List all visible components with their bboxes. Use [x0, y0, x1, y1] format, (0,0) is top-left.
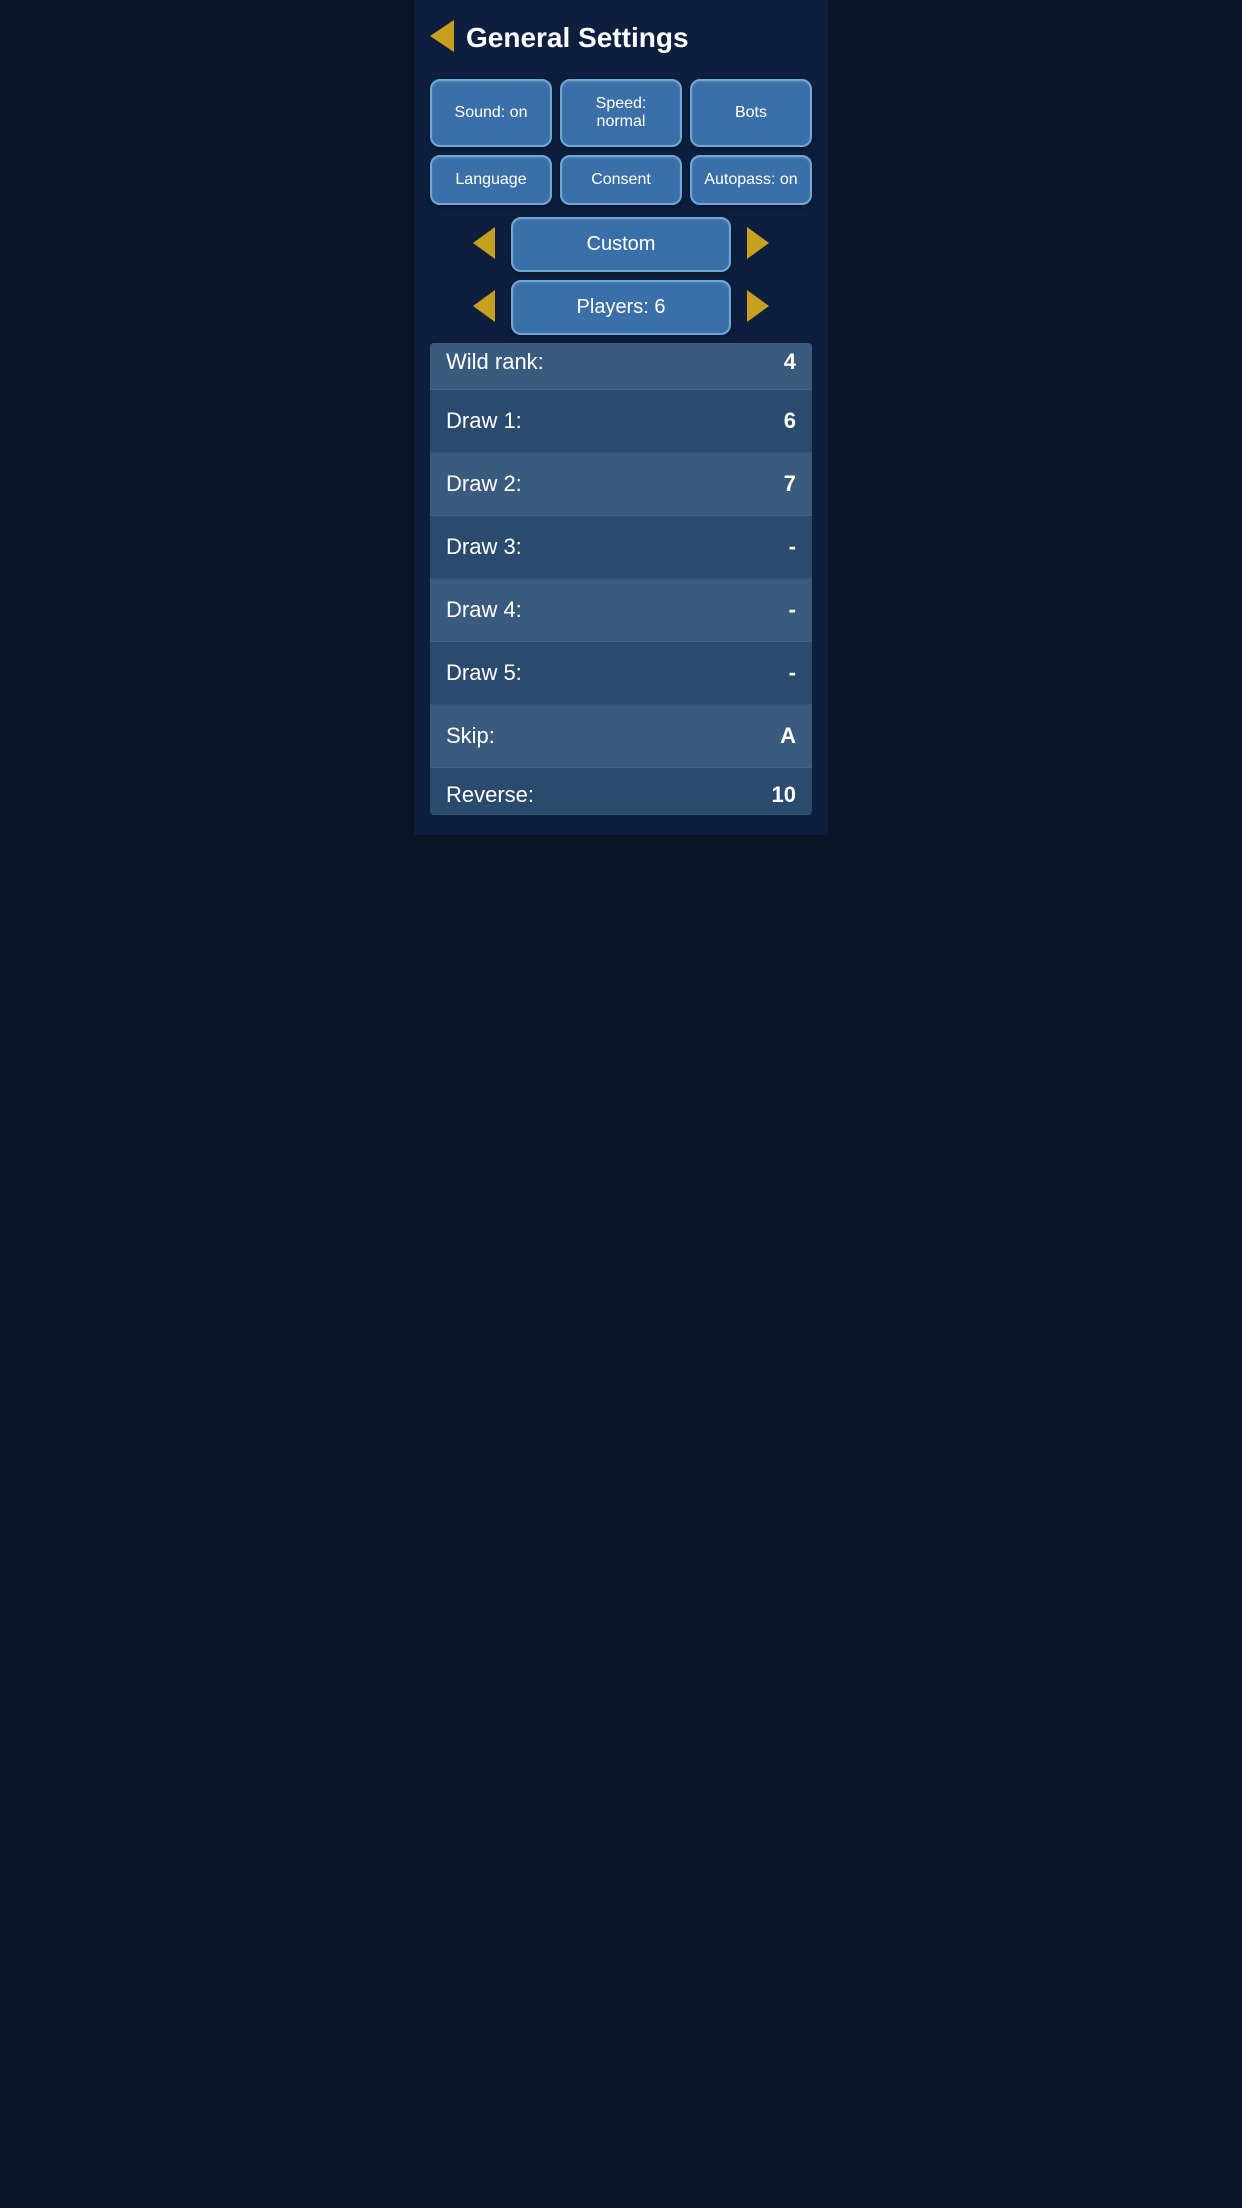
table-row[interactable]: Draw 2: 7 — [430, 453, 812, 516]
header: General Settings — [430, 20, 812, 55]
table-row[interactable]: Reverse: 10 — [430, 768, 812, 815]
settings-table: Wild rank: 4 Draw 1: 6 Draw 2: 7 Draw 3:… — [430, 343, 812, 815]
back-arrow-icon — [430, 20, 454, 52]
players-left-arrow-icon — [473, 290, 495, 322]
settings-buttons-row1: Sound: on Speed: normal Bots — [430, 79, 812, 147]
table-row[interactable]: Wild rank: 4 — [430, 343, 812, 390]
players-nav-row: Players: 6 — [430, 280, 812, 335]
preset-nav-row: Custom — [430, 217, 812, 272]
settings-buttons-row2: Language Consent Autopass: on — [430, 155, 812, 205]
row-label-reverse: Reverse: — [446, 782, 746, 808]
row-label-draw5: Draw 5: — [446, 660, 746, 686]
row-value-draw1: 6 — [746, 408, 796, 434]
language-button[interactable]: Language — [430, 155, 552, 205]
table-row[interactable]: Draw 1: 6 — [430, 390, 812, 453]
preset-right-arrow-icon — [747, 227, 769, 259]
players-next-button[interactable] — [743, 286, 773, 329]
sound-button[interactable]: Sound: on — [430, 79, 552, 147]
table-row[interactable]: Skip: A — [430, 705, 812, 768]
row-value-draw4: - — [746, 597, 796, 623]
players-button[interactable]: Players: 6 — [511, 280, 731, 335]
back-button[interactable] — [430, 20, 454, 55]
table-row[interactable]: Draw 4: - — [430, 579, 812, 642]
row-value-draw3: - — [746, 534, 796, 560]
table-row[interactable]: Draw 3: - — [430, 516, 812, 579]
row-label-skip: Skip: — [446, 723, 746, 749]
row-label-wild-rank: Wild rank: — [446, 349, 746, 375]
autopass-button[interactable]: Autopass: on — [690, 155, 812, 205]
speed-button[interactable]: Speed: normal — [560, 79, 682, 147]
row-value-draw2: 7 — [746, 471, 796, 497]
row-label-draw3: Draw 3: — [446, 534, 746, 560]
consent-button[interactable]: Consent — [560, 155, 682, 205]
row-label-draw4: Draw 4: — [446, 597, 746, 623]
row-value-draw5: - — [746, 660, 796, 686]
preset-button[interactable]: Custom — [511, 217, 731, 272]
row-value-skip: A — [746, 723, 796, 749]
row-label-draw2: Draw 2: — [446, 471, 746, 497]
preset-left-arrow-icon — [473, 227, 495, 259]
table-row[interactable]: Draw 5: - — [430, 642, 812, 705]
preset-prev-button[interactable] — [469, 223, 499, 266]
bots-button[interactable]: Bots — [690, 79, 812, 147]
row-value-reverse: 10 — [746, 782, 796, 808]
row-value-wild-rank: 4 — [746, 349, 796, 375]
players-right-arrow-icon — [747, 290, 769, 322]
players-prev-button[interactable] — [469, 286, 499, 329]
row-label-draw1: Draw 1: — [446, 408, 746, 434]
preset-next-button[interactable] — [743, 223, 773, 266]
page-title: General Settings — [466, 22, 689, 54]
